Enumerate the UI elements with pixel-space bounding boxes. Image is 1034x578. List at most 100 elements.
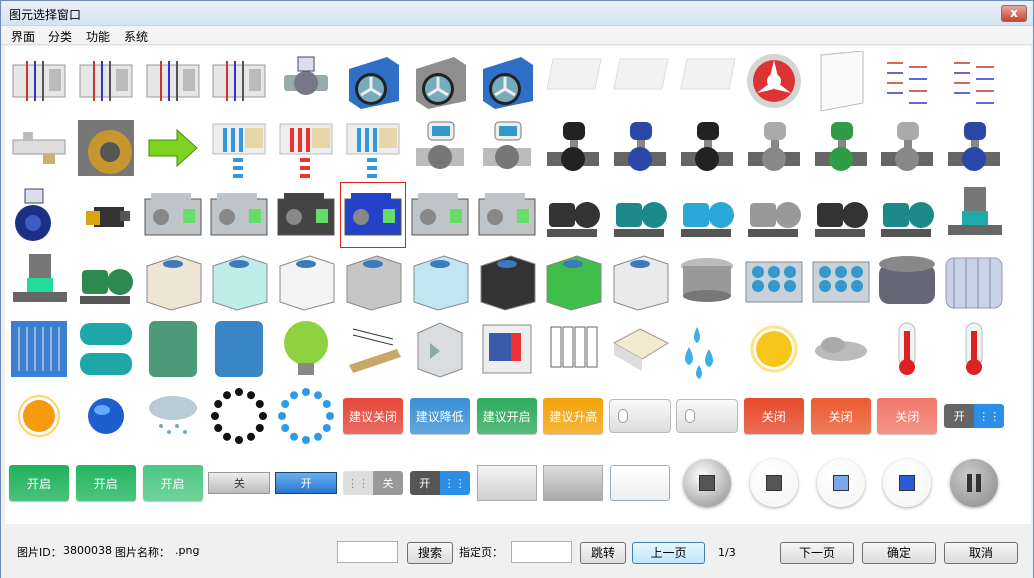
on-green-3-icon[interactable]: 开启 — [141, 451, 205, 515]
valve-panel-4-icon[interactable] — [207, 49, 271, 113]
menu-system[interactable]: 系统 — [124, 28, 148, 45]
water-drops-icon[interactable] — [675, 317, 739, 381]
electric-valve-black-icon[interactable] — [541, 116, 605, 180]
ok-button[interactable]: 确定 — [862, 542, 936, 564]
electric-valve-green-icon[interactable] — [809, 116, 873, 180]
chiller-3-icon[interactable] — [408, 183, 472, 247]
manual-valve-gray-icon[interactable] — [875, 116, 939, 180]
tank-green-icon[interactable] — [141, 317, 205, 381]
motor-yellow-icon[interactable] — [74, 183, 138, 247]
panel-slant-1-icon[interactable] — [541, 49, 605, 113]
pump-blue-gray-icon[interactable] — [675, 183, 739, 247]
inline-pump-2-icon[interactable] — [7, 250, 71, 314]
round-pause-icon[interactable] — [942, 451, 1006, 515]
flow-meter-2-icon[interactable] — [475, 116, 539, 180]
sun-orange-icon[interactable] — [7, 384, 71, 448]
valve-panel-2-icon[interactable] — [74, 49, 138, 113]
cooling-tower-black-icon[interactable] — [475, 250, 539, 314]
cooling-tower-cyan-icon[interactable] — [207, 250, 271, 314]
pill-red-icon[interactable]: 建议关闭 — [341, 384, 405, 448]
plain-white-icon[interactable] — [608, 451, 672, 515]
axial-fan-gray-icon[interactable] — [408, 49, 472, 113]
chiller-2-icon[interactable] — [207, 183, 271, 247]
pill-blue-icon[interactable]: 建议降低 — [408, 384, 472, 448]
round-stop-3-icon[interactable] — [809, 451, 873, 515]
pipe-legend-1-icon[interactable] — [875, 49, 939, 113]
coil-blue-2-icon[interactable] — [341, 116, 405, 180]
butterfly-valve-icon[interactable] — [7, 183, 71, 247]
plate-exchanger-icon[interactable] — [7, 317, 71, 381]
pill-orange-icon[interactable]: 建议升高 — [541, 384, 605, 448]
centrifugal-chiller-icon[interactable] — [274, 183, 338, 247]
panel-slant-3-icon[interactable] — [675, 49, 739, 113]
cooling-tower-round-icon[interactable] — [675, 250, 739, 314]
round-stop-icon[interactable] — [675, 451, 739, 515]
gate-valve-icon[interactable] — [274, 49, 338, 113]
tank-blue-icon[interactable] — [207, 317, 271, 381]
spinner-black-icon[interactable] — [207, 384, 271, 448]
data-center-icon[interactable] — [541, 317, 605, 381]
pump-black-icon[interactable] — [541, 183, 605, 247]
goto-button[interactable]: 跳转 — [580, 542, 626, 564]
slider-off-icon[interactable] — [608, 384, 672, 448]
next-page-button[interactable]: 下一页 — [780, 542, 854, 564]
off-red-2-icon[interactable]: 关闭 — [809, 384, 873, 448]
search-input[interactable] — [337, 541, 398, 563]
toggle-on-dark-icon[interactable]: 开 ⋮⋮ — [942, 384, 1006, 448]
tank-glass-icon[interactable] — [942, 250, 1006, 314]
air-cooled-unit-2-icon[interactable] — [809, 250, 873, 314]
off-red-icon[interactable]: 关闭 — [742, 384, 806, 448]
dual-tank-icon[interactable] — [74, 317, 138, 381]
page-input[interactable] — [511, 541, 572, 563]
flow-meter-icon[interactable] — [408, 116, 472, 180]
cooling-tower-white-icon[interactable] — [274, 250, 338, 314]
bar-on-icon[interactable]: 开 — [274, 451, 338, 515]
pill-green-icon[interactable]: 建议开启 — [475, 384, 539, 448]
slider-on-icon[interactable] — [675, 384, 739, 448]
snow-cloud-icon[interactable] — [141, 384, 205, 448]
elevator-icon[interactable] — [408, 317, 472, 381]
valve-panel-1-icon[interactable] — [7, 49, 71, 113]
air-cooled-unit-icon[interactable] — [742, 250, 806, 314]
menu-function[interactable]: 功能 — [86, 28, 110, 45]
cancel-button[interactable]: 取消 — [944, 542, 1018, 564]
prev-page-button[interactable]: 上一页 — [632, 542, 705, 564]
bar-off-icon[interactable]: 关 — [207, 451, 271, 515]
off-red-3-icon[interactable]: 关闭 — [875, 384, 939, 448]
thermometer-icon[interactable] — [875, 317, 939, 381]
on-green-icon[interactable]: 开启 — [7, 451, 71, 515]
gear-wheel-icon[interactable] — [74, 116, 138, 180]
valve-panel-3-icon[interactable] — [141, 49, 205, 113]
sun-icon[interactable] — [742, 317, 806, 381]
chiller-4-icon[interactable] — [475, 183, 539, 247]
pump-teal-2-icon[interactable] — [875, 183, 939, 247]
pump-black-2-icon[interactable] — [809, 183, 873, 247]
centrifugal-chiller-blue-icon[interactable] — [340, 182, 406, 248]
cooling-tower-gray-icon[interactable] — [341, 250, 405, 314]
axial-fan-blue-icon[interactable] — [341, 49, 405, 113]
globe-blue-icon[interactable] — [74, 384, 138, 448]
pump-teal-icon[interactable] — [608, 183, 672, 247]
thermometer-2-icon[interactable] — [942, 317, 1006, 381]
electric-valve-blue-icon[interactable] — [608, 116, 672, 180]
plain-gray-icon[interactable] — [475, 451, 539, 515]
menu-interface[interactable]: 界面 — [11, 28, 35, 45]
power-line-icon[interactable] — [341, 317, 405, 381]
cooling-tower-lightblue-icon[interactable] — [408, 250, 472, 314]
cloud-icon[interactable] — [809, 317, 873, 381]
cooling-tower-green-icon[interactable] — [541, 250, 605, 314]
pump-green-gray-icon[interactable] — [742, 183, 806, 247]
cooling-tower-white-2-icon[interactable] — [608, 250, 672, 314]
search-button[interactable]: 搜索 — [407, 542, 453, 564]
toggle-on-gray-icon[interactable]: 开 ⋮⋮ — [408, 451, 472, 515]
coil-blue-icon[interactable] — [207, 116, 271, 180]
electric-valve-3way-icon[interactable] — [675, 116, 739, 180]
manual-valve-blue-icon[interactable] — [942, 116, 1006, 180]
round-stop-2-icon[interactable] — [742, 451, 806, 515]
pipe-legend-2-icon[interactable] — [942, 49, 1006, 113]
toggle-off-gray-icon[interactable]: ⋮⋮ 关 — [341, 451, 405, 515]
electric-valve-gray-icon[interactable] — [742, 116, 806, 180]
plain-gray-2-icon[interactable] — [541, 451, 605, 515]
spinner-blue-icon[interactable] — [274, 384, 338, 448]
close-button[interactable]: x — [1001, 5, 1027, 22]
